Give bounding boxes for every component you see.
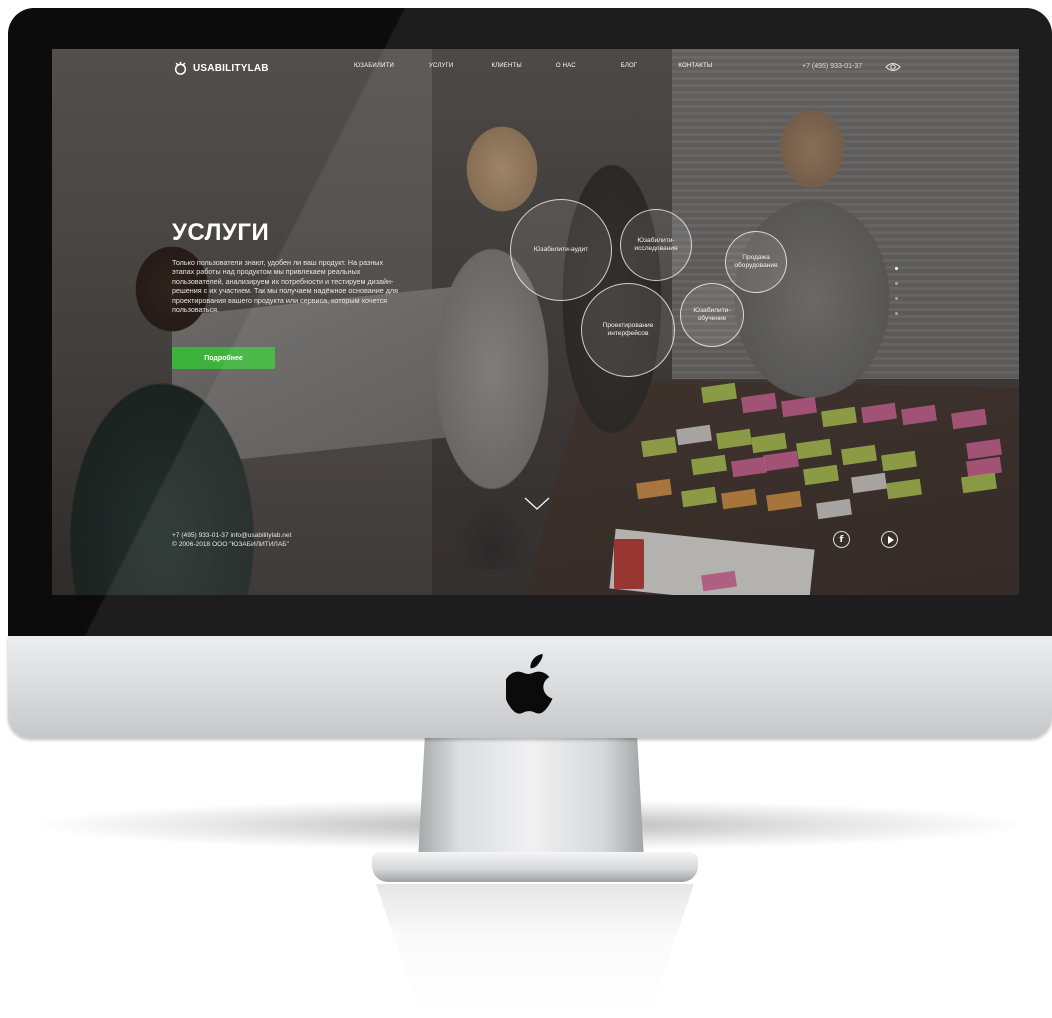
nav-item-about[interactable]: О НАС (556, 63, 576, 69)
play-icon[interactable] (881, 531, 898, 548)
stand-reflection (376, 884, 694, 1014)
logo-text: USABILITYLAB (193, 63, 269, 74)
more-button[interactable]: Подробнее (172, 347, 275, 369)
footer-contacts: +7 (495) 933-01-37 info@usabilitylab.net… (172, 531, 291, 549)
service-circle-training[interactable]: Юзабилити-обучение (680, 283, 744, 347)
slider-dot[interactable] (895, 267, 898, 270)
service-circle-research[interactable]: Юзабилити-исследования (620, 209, 692, 281)
nav-item-usability[interactable]: ЮЗАБИЛИТИ (354, 63, 394, 69)
nav-item-contacts[interactable]: КОНТАКТЫ (678, 63, 712, 69)
apple-logo-icon (506, 654, 553, 714)
slider-dot[interactable] (895, 312, 898, 315)
screen-overlay (52, 49, 1019, 595)
page-title: УСЛУГИ (172, 219, 270, 246)
website-screen: USABILITYLAB ЮЗАБИЛИТИ УСЛУГИ КЛИЕНТЫ О … (52, 49, 1019, 595)
hero-description: Только пользователи знают, удобен ли ваш… (172, 258, 398, 315)
nav-item-clients[interactable]: КЛИЕНТЫ (491, 63, 521, 69)
play-triangle (887, 535, 894, 544)
monitor-stand-foot (372, 852, 698, 882)
nav-item-blog[interactable]: БЛОГ (621, 63, 638, 69)
footer-contact-line: +7 (495) 933-01-37 info@usabilitylab.net (172, 532, 292, 539)
eye-icon[interactable] (885, 62, 901, 72)
main-nav: ЮЗАБИЛИТИ УСЛУГИ КЛИЕНТЫ О НАС БЛОГ КОНТ… (354, 63, 712, 69)
slider-dot[interactable] (895, 282, 898, 285)
monitor-stand (418, 738, 644, 860)
chevron-down-icon[interactable] (524, 497, 550, 511)
service-circle-audit[interactable]: Юзабилити-аудит (510, 199, 612, 301)
service-circle-design[interactable]: Проектирование интерфейсов (581, 283, 675, 377)
nav-item-services[interactable]: УСЛУГИ (429, 63, 453, 69)
slider-pagination (895, 267, 898, 315)
slider-dot[interactable] (895, 297, 898, 300)
site-logo[interactable]: USABILITYLAB (173, 61, 269, 76)
footer-copyright: © 2006-2018 ООО "ЮЗАБИЛИТИЛАБ" (172, 541, 289, 548)
usabilitylab-logo-icon (174, 61, 187, 75)
header-phone[interactable]: +7 (495) 933-01-37 (802, 63, 862, 70)
facebook-icon[interactable]: f (833, 531, 850, 548)
service-circle-equipment[interactable]: Продажа оборудования (725, 231, 787, 293)
